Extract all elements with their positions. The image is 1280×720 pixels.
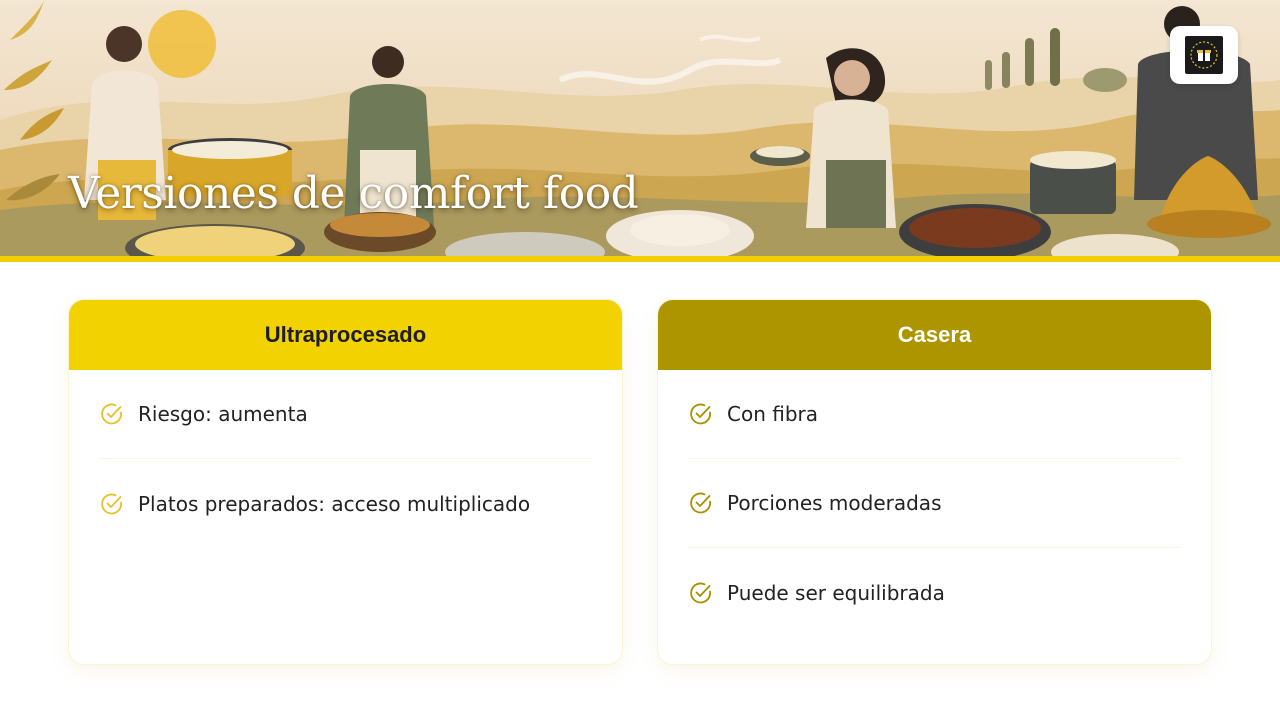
card-list: Con fibra Porciones moderadas Puede ser … bbox=[658, 370, 1211, 637]
list-item: Platos preparados: acceso multiplicado bbox=[99, 459, 592, 548]
list-item: Riesgo: aumenta bbox=[99, 370, 592, 459]
card-list: Riesgo: aumenta Platos preparados: acces… bbox=[69, 370, 622, 548]
list-item-label: Con fibra bbox=[727, 402, 819, 426]
banner-accent-rule bbox=[0, 256, 1280, 262]
check-circle-icon bbox=[101, 493, 122, 514]
card-header: Casera bbox=[658, 300, 1211, 370]
list-item: Porciones moderadas bbox=[688, 459, 1181, 548]
check-circle-icon bbox=[690, 403, 711, 425]
list-item-label: Puede ser equilibrada bbox=[727, 580, 945, 605]
list-item-label: Riesgo: aumenta bbox=[138, 402, 308, 426]
check-circle-icon bbox=[101, 403, 122, 425]
check-circle-icon bbox=[690, 582, 711, 603]
card-casera: Casera Con fibra Porciones moderadas Pue… bbox=[657, 299, 1212, 665]
banner-illustration bbox=[0, 0, 1280, 262]
brand-logo[interactable] bbox=[1170, 26, 1238, 84]
card-header: Ultraprocesado bbox=[69, 300, 622, 370]
list-item-label: Porciones moderadas bbox=[727, 491, 942, 515]
list-item-label: Platos preparados: acceso multiplicado bbox=[138, 491, 531, 516]
check-circle-icon bbox=[690, 492, 711, 514]
page-title: Versiones de comfort food bbox=[68, 168, 639, 219]
hero-banner: Versiones de comfort food bbox=[0, 0, 1280, 262]
gift-box-icon bbox=[1185, 36, 1223, 74]
card-ultraprocesado: Ultraprocesado Riesgo: aumenta Platos pr… bbox=[68, 299, 623, 665]
list-item: Con fibra bbox=[688, 370, 1181, 459]
list-item: Puede ser equilibrada bbox=[688, 548, 1181, 637]
